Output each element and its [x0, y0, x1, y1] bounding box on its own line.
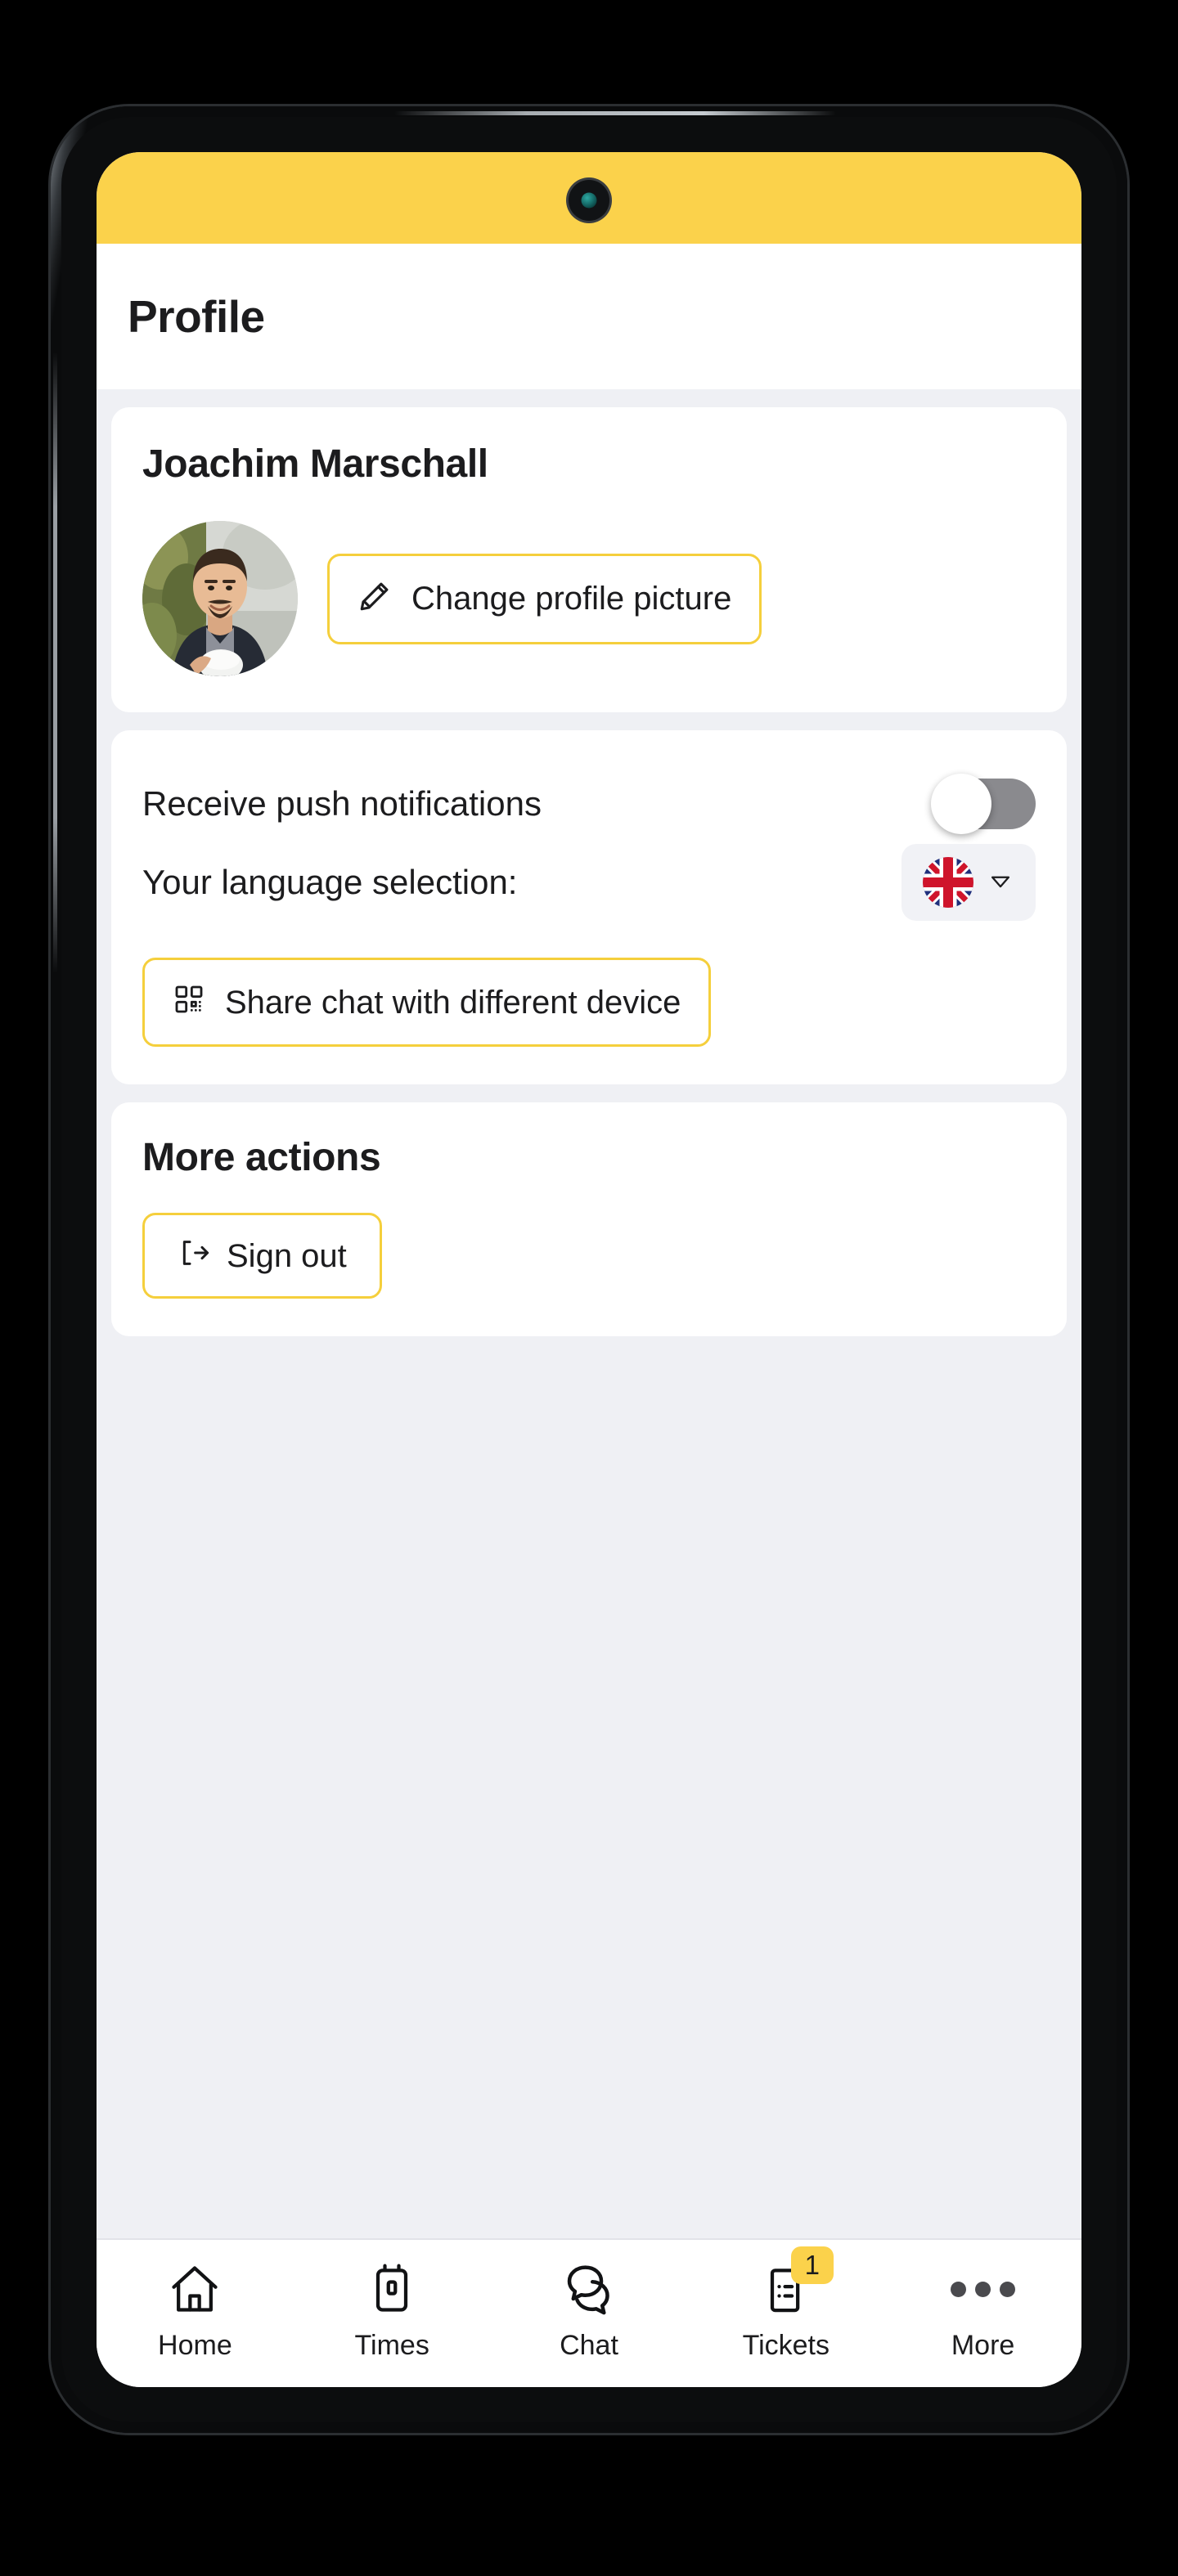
change-profile-picture-button[interactable]: Change profile picture: [327, 553, 762, 644]
qr-code-icon: [173, 983, 205, 1021]
tickets-badge: 1: [790, 2246, 834, 2284]
share-chat-label: Share chat with different device: [225, 984, 681, 1021]
sign-out-row: Sign out: [142, 1213, 1036, 1299]
nav-label-home: Home: [158, 2330, 232, 2361]
nav-label-times: Times: [354, 2330, 429, 2361]
sign-out-icon: [178, 1236, 210, 1275]
chat-icon: [560, 2258, 618, 2320]
times-icon: [364, 2258, 420, 2320]
settings-card: Receive push notifications Your language…: [111, 730, 1067, 1084]
app-bar: Profile: [97, 244, 1081, 389]
push-notifications-label: Receive push notifications: [142, 784, 542, 823]
push-notifications-toggle[interactable]: [931, 774, 1036, 834]
front-camera-lens: [581, 192, 597, 209]
page-title: Profile: [128, 291, 265, 342]
uk-flag-icon: [923, 857, 973, 908]
ellipsis-dot: [951, 2281, 967, 2297]
sign-out-label: Sign out: [227, 1237, 347, 1274]
more-actions-heading: More actions: [142, 1136, 381, 1179]
front-camera-icon: [569, 180, 609, 221]
nav-label-tickets: Tickets: [742, 2330, 830, 2361]
language-selection-label: Your language selection:: [142, 863, 518, 901]
identity-row: Change profile picture: [142, 521, 1036, 676]
ticket-icon: 1: [758, 2246, 834, 2320]
language-selector[interactable]: [901, 844, 1036, 921]
nav-item-times[interactable]: Times: [294, 2258, 491, 2362]
user-name: Joachim Marschall: [142, 442, 488, 486]
share-chat-button[interactable]: Share chat with different device: [142, 958, 712, 1047]
ellipsis-dot: [975, 2281, 991, 2297]
identity-card: Joachim Marschall Change profile picture: [111, 407, 1067, 712]
frame-highlight: [394, 111, 836, 115]
toggle-knob: [931, 774, 991, 834]
profile-avatar[interactable]: [142, 521, 298, 676]
share-chat-row: Share chat with different device: [142, 958, 1036, 1047]
push-notifications-row: Receive push notifications: [142, 765, 1036, 843]
bottom-navigation: Home Times Chat 1 Tickets More: [97, 2238, 1081, 2387]
sign-out-button[interactable]: Sign out: [142, 1213, 382, 1299]
phone-screen: Profile Joachim Marschall Change profile…: [97, 152, 1081, 2387]
nav-item-chat[interactable]: Chat: [491, 2258, 688, 2362]
nav-label-more: More: [951, 2330, 1015, 2361]
ellipsis-icon: [951, 2258, 1016, 2320]
nav-item-tickets[interactable]: 1 Tickets: [687, 2246, 884, 2362]
frame-highlight-side: [53, 352, 57, 973]
status-bar: [97, 152, 1081, 244]
nav-label-chat: Chat: [560, 2330, 618, 2361]
nav-item-home[interactable]: Home: [97, 2258, 294, 2362]
page-content: Joachim Marschall Change profile picture…: [97, 389, 1081, 2238]
language-selection-row: Your language selection:: [142, 843, 1036, 922]
nav-item-more[interactable]: More: [884, 2258, 1081, 2362]
pencil-icon: [357, 579, 392, 619]
home-icon: [167, 2258, 223, 2320]
more-actions-card: More actions Sign out: [111, 1102, 1067, 1336]
chevron-down-icon: [987, 867, 1014, 899]
change-profile-picture-label: Change profile picture: [411, 581, 732, 617]
ellipsis-dot: [1000, 2281, 1016, 2297]
